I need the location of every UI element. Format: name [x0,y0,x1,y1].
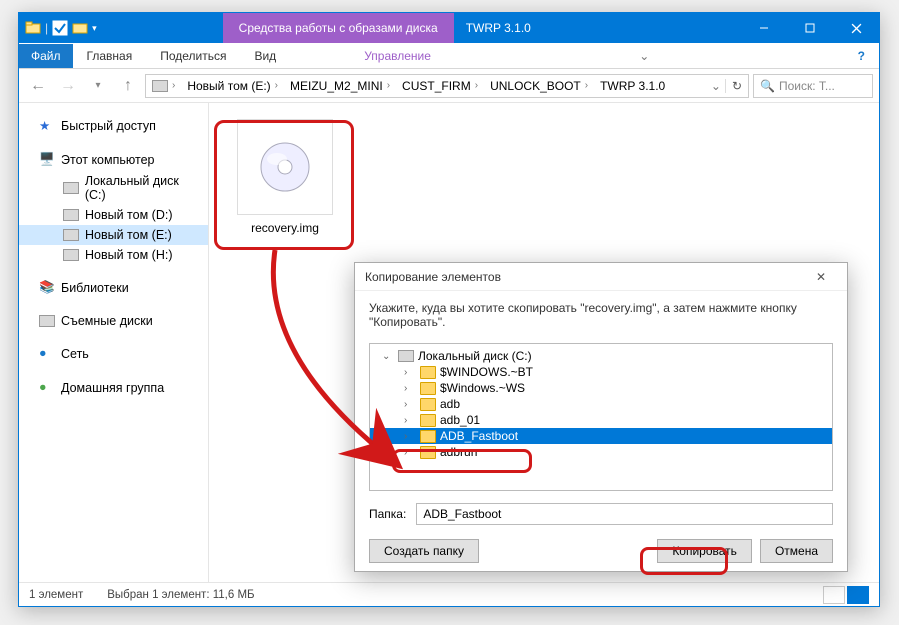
status-count: 1 элемент [29,589,83,601]
window-title: TWRP 3.1.0 [454,13,543,43]
search-input[interactable]: 🔍 Поиск: T... [753,74,873,98]
nav-homegroup[interactable]: ●Домашняя группа [19,377,208,399]
checkbox-icon[interactable] [52,20,68,36]
homegroup-icon: ● [39,380,55,396]
navigation-pane: ★Быстрый доступ 🖥️Этот компьютер Локальн… [19,103,209,582]
status-selected: Выбран 1 элемент: 11,6 МБ [107,589,254,601]
disk-icon [63,229,79,241]
expand-icon[interactable]: › [404,415,416,426]
address-bar: ← → ▾ ↑ › Новый том (E:)› MEIZU_M2_MINI›… [19,69,879,103]
qat-dropdown-icon[interactable]: ▾ [92,23,97,34]
crumb-2[interactable]: CUST_FIRM› [396,75,484,97]
tree-drive-c[interactable]: ⌄Локальный диск (C:) [370,348,832,364]
ribbon-expand-icon[interactable]: ⌄ [625,44,663,68]
disk-icon [63,249,79,261]
tab-share[interactable]: Поделиться [146,44,240,68]
address-dropdown-icon[interactable]: ⌄ [707,79,725,93]
nav-this-pc[interactable]: 🖥️Этот компьютер [19,149,208,171]
nav-drive-d[interactable]: Новый том (D:) [19,205,208,225]
folder-icon [420,446,436,459]
tree-folder-selected[interactable]: ›ADB_Fastboot [370,428,832,444]
folder-icon [420,430,436,443]
maximize-button[interactable] [787,13,833,43]
file-item-recovery[interactable]: recovery.img [225,119,345,235]
crumb-drive-icon[interactable]: › [146,75,181,97]
tree-folder[interactable]: ›$Windows.~WS [370,380,832,396]
copy-button[interactable]: Копировать [657,539,752,563]
tree-folder[interactable]: ›$WINDOWS.~BT [370,364,832,380]
folder-icon [25,20,41,36]
view-icons-button[interactable] [847,586,869,604]
status-bar: 1 элемент Выбран 1 элемент: 11,6 МБ [19,582,879,606]
nav-drive-c[interactable]: Локальный диск (C:) [19,171,208,205]
tab-manage[interactable]: Управление [350,44,445,68]
context-tab-header: Средства работы с образами диска [223,13,454,43]
breadcrumb[interactable]: › Новый том (E:)› MEIZU_M2_MINI› CUST_FI… [145,74,749,98]
nav-drive-h[interactable]: Новый том (H:) [19,245,208,265]
crumb-4[interactable]: TWRP 3.1.0 [594,75,671,97]
disc-image-icon [237,119,333,215]
expand-icon[interactable]: › [404,367,416,378]
network-icon: ● [39,346,55,362]
expand-icon[interactable]: › [404,447,416,458]
titlebar: | ▾ Средства работы с образами диска TWR… [19,13,879,43]
expand-icon[interactable]: › [404,431,416,442]
tree-folder[interactable]: ›adb [370,396,832,412]
expand-icon[interactable]: › [404,383,416,394]
dialog-titlebar: Копирование элементов ✕ [355,263,847,291]
refresh-icon[interactable]: ↻ [725,79,748,93]
copy-dialog: Копирование элементов ✕ Укажите, куда вы… [354,262,848,572]
folder-icon [420,398,436,411]
nav-libraries[interactable]: 📚Библиотеки [19,277,208,299]
folder-tree[interactable]: ⌄Локальный диск (C:) ›$WINDOWS.~BT ›$Win… [369,343,833,491]
search-icon: 🔍 [760,79,775,93]
up-button[interactable]: ↑ [115,73,141,99]
disk-icon [63,209,79,221]
ribbon-tabs: Файл Главная Поделиться Вид Управление ⌄… [19,43,879,69]
folder-icon[interactable] [72,20,88,36]
folder-field-row: Папка: [355,495,847,533]
qat-sep: | [45,21,48,35]
dialog-description: Укажите, куда вы хотите скопировать "rec… [355,291,847,339]
folder-icon [420,366,436,379]
dialog-title: Копирование элементов [365,270,501,284]
crumb-1[interactable]: MEIZU_M2_MINI› [284,75,396,97]
search-placeholder: Поиск: T... [779,79,835,93]
nav-quick-access[interactable]: ★Быстрый доступ [19,115,208,137]
nav-removable[interactable]: Съемные диски [19,311,208,331]
library-icon: 📚 [39,280,55,296]
disk-icon [63,182,79,194]
nav-network[interactable]: ●Сеть [19,343,208,365]
tree-folder[interactable]: ›adbrun [370,444,832,460]
expand-icon[interactable]: › [404,399,416,410]
crumb-root[interactable]: Новый том (E:)› [181,75,284,97]
folder-icon [420,414,436,427]
file-name: recovery.img [225,221,345,235]
folder-icon [420,382,436,395]
disk-icon [398,350,414,362]
collapse-icon[interactable]: ⌄ [382,351,394,362]
recent-locations-icon[interactable]: ▾ [85,73,111,99]
dialog-close-button[interactable]: ✕ [805,270,837,284]
view-details-button[interactable] [823,586,845,604]
cancel-button[interactable]: Отмена [760,539,833,563]
nav-drive-e[interactable]: Новый том (E:) [19,225,208,245]
folder-name-input[interactable] [416,503,833,525]
tree-folder[interactable]: ›adb_01 [370,412,832,428]
forward-button[interactable]: → [55,73,81,99]
file-tab[interactable]: Файл [19,44,73,68]
quick-access-toolbar: | ▾ [19,13,103,43]
new-folder-button[interactable]: Создать папку [369,539,479,563]
tab-home[interactable]: Главная [73,44,147,68]
star-icon: ★ [39,118,55,134]
monitor-icon: 🖥️ [39,152,55,168]
back-button[interactable]: ← [25,73,51,99]
close-button[interactable] [833,13,879,43]
crumb-3[interactable]: UNLOCK_BOOT› [484,75,594,97]
disk-icon [39,315,55,327]
minimize-button[interactable] [741,13,787,43]
tab-view[interactable]: Вид [240,44,290,68]
help-icon[interactable]: ? [844,44,879,68]
folder-field-label: Папка: [369,507,406,521]
